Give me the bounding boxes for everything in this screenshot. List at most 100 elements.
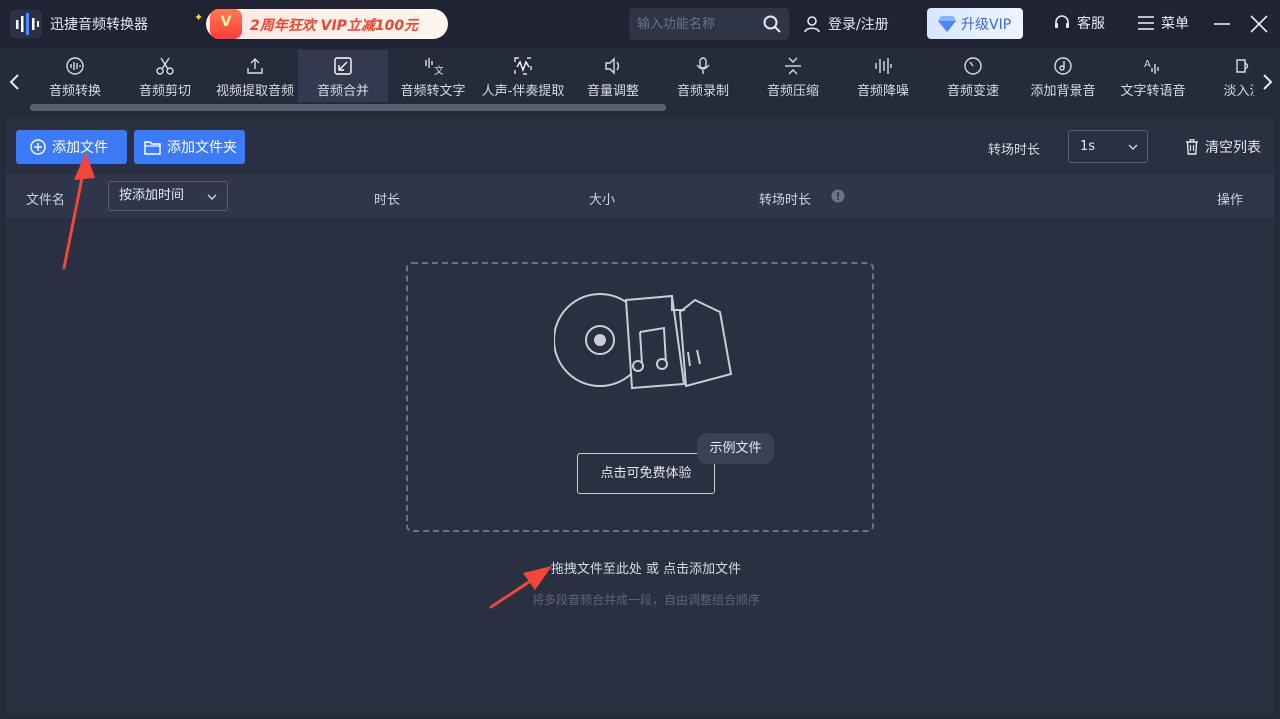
headset-icon (1055, 15, 1069, 28)
music-disc-icon (1054, 57, 1072, 75)
hamburger-icon (1138, 16, 1154, 30)
tool-label: 音频压缩 (766, 84, 819, 99)
column-actions: 操作 (1217, 193, 1244, 208)
drop-zone[interactable]: 点击可免费体验 示例文件 (406, 262, 874, 532)
title-bar: 迅捷音频转换器 ✦ V 2周年狂欢 VIP立减100元 登录/注册 升级VIP (0, 0, 1280, 48)
search-input[interactable] (637, 14, 757, 34)
add-file-button[interactable]: 添加文件 (16, 130, 127, 164)
column-transition: 转场时长 (759, 193, 812, 208)
vip-label: 升级VIP (961, 16, 1012, 33)
sort-value: 按添加时间 (119, 188, 185, 203)
text-to-speech-icon: A (1144, 59, 1159, 74)
table-header: 文件名 按添加时间 时长 大小 转场时长 操作 (6, 174, 1274, 218)
tool-item[interactable]: 淡入淡 (1198, 50, 1254, 102)
speed-icon (964, 57, 982, 75)
tool-label: 文字转语音 (1120, 84, 1186, 99)
svg-text:文: 文 (434, 64, 443, 76)
tool-list: 音频转换 音频剪切 视频提取音频 音频合并 文音频转文字 人声-伴奏提取 音量调整 音频录制 音… (30, 48, 1254, 104)
drop-hint: 拖拽文件至此处 或 点击添加文件 (550, 562, 742, 577)
sample-file-badge[interactable]: 示例文件 (697, 433, 774, 464)
add-file-label: 添加文件 (52, 140, 108, 156)
upload-icon (247, 58, 263, 74)
tool-item[interactable]: 人声-伴奏提取 (478, 50, 568, 102)
column-filename: 文件名 (26, 193, 66, 208)
column-size: 大小 (589, 193, 616, 208)
search-box[interactable] (629, 8, 789, 40)
speech-to-text-icon: 文 (425, 58, 443, 76)
add-folder-button[interactable]: 添加文件夹 (134, 130, 245, 164)
tool-label: 音量调整 (586, 84, 639, 99)
add-folder-label: 添加文件夹 (167, 140, 237, 156)
scissors-icon (156, 57, 174, 75)
sort-select[interactable]: 按添加时间 (108, 181, 228, 211)
app-logo-icon (10, 10, 42, 38)
tool-label: 人声-伴奏提取 (481, 84, 565, 99)
menu-button[interactable]: 菜单 (1137, 13, 1189, 33)
info-icon[interactable] (831, 189, 845, 203)
tool-bar: 音频转换 音频剪切 视频提取音频 音频合并 文音频转文字 人声-伴奏提取 音量调整 音频录制 音… (0, 48, 1280, 118)
service-label: 客服 (1077, 16, 1105, 32)
login-button[interactable]: 登录/注册 (802, 13, 889, 35)
tool-item[interactable]: 音频录制 (658, 50, 748, 102)
audio-files-illustration (554, 293, 733, 390)
tool-item[interactable]: 音频降噪 (838, 50, 928, 102)
tool-label: 音频合并 (316, 84, 369, 99)
login-label: 登录/注册 (828, 17, 889, 33)
plus-circle-icon (30, 139, 46, 155)
tool-item[interactable]: A 文字转语音 (1108, 50, 1198, 102)
sparkle-icon: ✦ (194, 11, 204, 24)
scroll-right-icon[interactable] (1258, 72, 1276, 92)
tool-label: 音频转换 (48, 84, 101, 99)
fade-icon (1236, 59, 1249, 73)
tool-label: 音频剪切 (138, 84, 191, 99)
transition-label: 转场时长 (988, 143, 1041, 158)
transition-select[interactable]: 1s (1068, 130, 1148, 163)
drop-sub-hint: 将多段音频合并成一段，自由调整组合顺序 (531, 593, 760, 607)
tool-label: 添加背景音 (1030, 84, 1096, 99)
vocal-extract-icon (514, 57, 532, 75)
menu-label: 菜单 (1161, 16, 1189, 32)
compress-icon (785, 57, 801, 75)
customer-service-button[interactable]: 客服 (1053, 13, 1105, 33)
tool-item[interactable]: 音频剪切 (120, 50, 210, 102)
user-icon (804, 16, 820, 33)
volume-icon (605, 57, 620, 75)
search-icon[interactable] (762, 14, 782, 34)
promo-text: 2周年狂欢 VIP立减100元 (250, 18, 419, 34)
tool-label: 视频提取音频 (215, 84, 294, 99)
waveform-circle-icon (66, 57, 84, 75)
tool-label: 音频转文字 (400, 84, 466, 99)
diamond-icon (938, 15, 956, 32)
promo-banner[interactable]: ✦ V 2周年狂欢 VIP立减100元 (194, 9, 448, 39)
folder-icon (144, 140, 161, 155)
scroll-left-icon[interactable] (6, 72, 24, 92)
column-duration: 时长 (374, 193, 401, 208)
tool-item[interactable]: 添加背景音 (1018, 50, 1108, 102)
clear-list-label: 清空列表 (1205, 140, 1261, 156)
tool-item[interactable]: 文音频转文字 (388, 50, 478, 102)
upgrade-vip-button[interactable]: 升级VIP (927, 8, 1023, 39)
minimize-icon[interactable] (1212, 14, 1232, 34)
free-trial-button[interactable]: 点击可免费体验 (577, 453, 715, 494)
tool-item[interactable]: 音频压缩 (748, 50, 838, 102)
chevron-down-icon (1128, 144, 1138, 150)
app-title: 迅捷音频转换器 (50, 17, 148, 33)
denoise-icon (875, 58, 892, 74)
tool-item[interactable]: 视频提取音频 (210, 50, 300, 102)
merge-icon (334, 57, 352, 75)
tool-label: 音频录制 (676, 84, 729, 99)
promo-badge: V (210, 9, 242, 39)
toolbar-scrollbar[interactable] (30, 104, 666, 111)
transition-value: 1s (1080, 139, 1096, 154)
main-panel: 添加文件 添加文件夹 转场时长 1s 清空列表 文件名 按添加时间 时长 大小 … (6, 118, 1274, 713)
tool-item[interactable]: 音量调整 (568, 50, 658, 102)
tool-item[interactable]: 音频合并 (298, 50, 388, 102)
clear-list-button[interactable]: 清空列表 (1185, 137, 1261, 157)
svg-text:A: A (1144, 59, 1151, 70)
tool-item[interactable]: 音频变速 (928, 50, 1018, 102)
chevron-down-icon (207, 194, 217, 200)
tool-item[interactable]: 音频转换 (30, 50, 120, 102)
close-icon[interactable] (1249, 14, 1269, 34)
tool-label: 淡入淡 (1223, 84, 1254, 99)
microphone-icon (696, 57, 710, 74)
